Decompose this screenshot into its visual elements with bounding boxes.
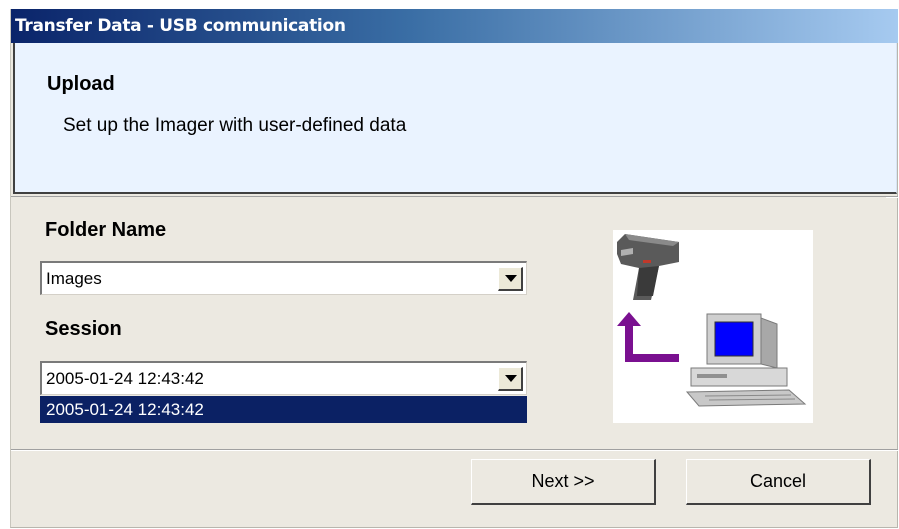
page-description: Set up the Imager with user-defined data xyxy=(63,115,407,136)
wizard-header: Upload Set up the Imager with user-defin… xyxy=(13,43,897,194)
upload-arrow-icon xyxy=(617,312,679,362)
window-title: Transfer Data - USB communication xyxy=(15,16,346,36)
session-label: Session xyxy=(45,318,122,340)
transfer-illustration xyxy=(613,230,813,423)
session-list-option[interactable]: 2005-01-24 12:43:42 xyxy=(40,396,527,423)
chevron-down-icon xyxy=(505,275,517,282)
session-value: 2005-01-24 12:43:42 xyxy=(46,369,204,388)
thermal-imager-icon xyxy=(617,234,679,300)
footer-divider xyxy=(11,449,898,451)
folder-name-dropdown[interactable]: Images xyxy=(40,261,527,295)
session-dropdown-button[interactable] xyxy=(498,367,523,391)
next-button[interactable]: Next >> xyxy=(471,459,656,505)
page-title: Upload xyxy=(47,73,115,95)
cancel-button[interactable]: Cancel xyxy=(686,459,871,505)
folder-name-label: Folder Name xyxy=(45,219,167,241)
session-dropdown[interactable]: 2005-01-24 12:43:42 xyxy=(40,361,527,395)
folder-name-value: Images xyxy=(46,269,102,288)
window-title-bar[interactable]: Transfer Data - USB communication xyxy=(11,9,898,43)
chevron-down-icon xyxy=(505,375,517,382)
folder-dropdown-button[interactable] xyxy=(498,267,523,291)
computer-icon xyxy=(685,313,807,407)
